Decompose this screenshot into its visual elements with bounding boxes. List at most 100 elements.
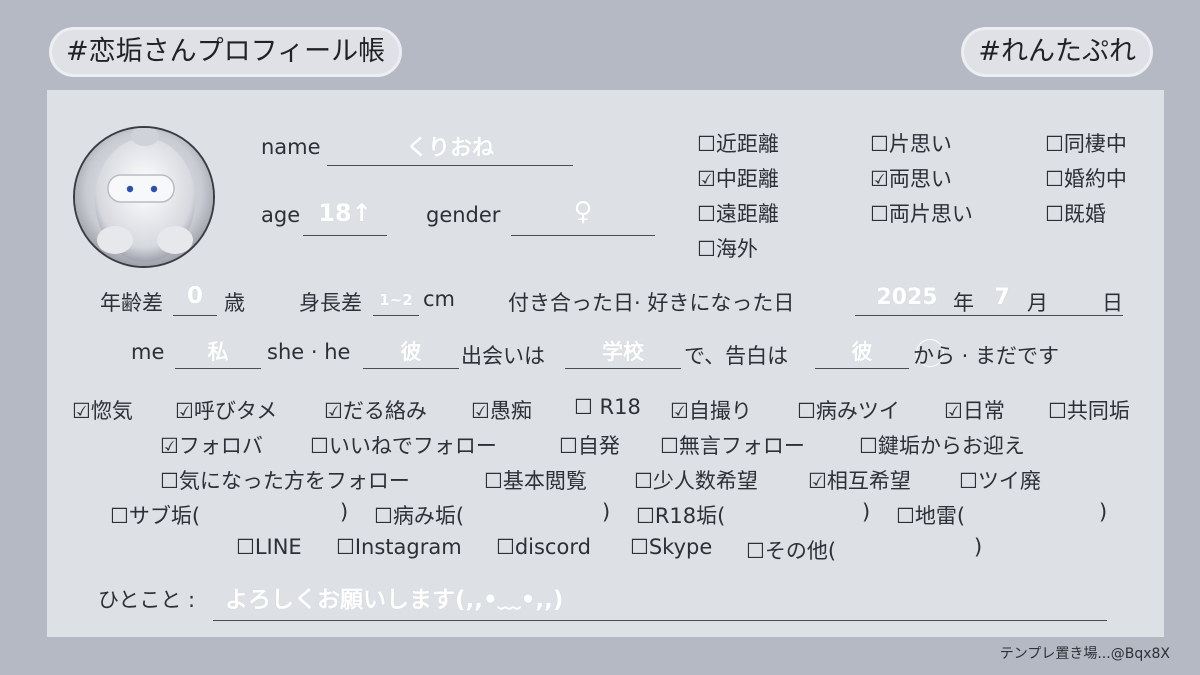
checkbox-icon[interactable]: ☐ bbox=[559, 434, 578, 458]
confess-value[interactable]: 彼 bbox=[815, 336, 909, 366]
relationship-option[interactable]: ☐同棲中 bbox=[1045, 128, 1127, 158]
tag-option[interactable]: ☐無言フォロー bbox=[660, 430, 805, 460]
tag-option[interactable]: ☑愚痴 bbox=[471, 395, 532, 425]
tag-option[interactable]: ☐R18垢( bbox=[636, 500, 725, 530]
tag-option[interactable]: ☐病みツイ bbox=[797, 395, 900, 425]
checkbox-icon[interactable]: ☐ bbox=[484, 469, 503, 493]
height-diff-value[interactable]: 1~2 bbox=[373, 291, 419, 309]
checkbox-icon[interactable]: ☐ bbox=[870, 132, 889, 156]
tag-option[interactable]: ☐地雷( bbox=[896, 500, 965, 530]
checkbox-icon[interactable]: ☐ bbox=[634, 469, 653, 493]
name-label: name bbox=[261, 135, 321, 159]
tag-option[interactable]: ☐基本閲覧 bbox=[484, 465, 587, 495]
tag-option[interactable]: ☐共同垢 bbox=[1048, 395, 1130, 425]
tag-option[interactable]: ☑呼びタメ bbox=[175, 395, 277, 425]
relationship-option[interactable]: ☐遠距離 bbox=[697, 198, 779, 228]
tag-option[interactable]: ☐ R18 bbox=[574, 395, 641, 419]
checkbox-icon[interactable]: ☐ bbox=[1045, 132, 1064, 156]
year-value[interactable]: 2025 bbox=[869, 285, 945, 310]
relationship-option[interactable]: ☐海外 bbox=[697, 233, 758, 263]
checked-box-icon[interactable]: ☑ bbox=[160, 434, 179, 458]
tag-option[interactable]: ☑惚気 bbox=[72, 395, 133, 425]
height-diff-label: 身長差 bbox=[299, 291, 362, 315]
tag-option-label: Instagram bbox=[354, 535, 462, 559]
checkbox-icon[interactable]: ☐ bbox=[870, 202, 889, 226]
tag-option[interactable]: ☐少人数希望 bbox=[634, 465, 758, 495]
relationship-option[interactable]: ☐既婚 bbox=[1045, 198, 1106, 228]
age-value[interactable]: 18↑ bbox=[303, 199, 387, 227]
tag-option-label: 無言フォロー bbox=[678, 434, 805, 458]
tag-option[interactable]: ☐サブ垢( bbox=[110, 500, 200, 530]
checked-box-icon[interactable]: ☑ bbox=[324, 399, 343, 423]
checkbox-icon[interactable]: ☐ bbox=[160, 469, 179, 493]
checkbox-icon[interactable]: ☐ bbox=[374, 504, 393, 528]
checkbox-icon[interactable]: ☐ bbox=[746, 539, 765, 563]
checked-box-icon[interactable]: ☑ bbox=[175, 399, 194, 423]
checkbox-icon[interactable]: ☐ bbox=[660, 434, 679, 458]
meet-value[interactable]: 学校 bbox=[565, 336, 681, 366]
tag-option-label: ツイ廃 bbox=[977, 469, 1041, 493]
tag-option[interactable]: ☑自撮り bbox=[670, 395, 752, 425]
checkbox-icon[interactable]: ☐ bbox=[574, 395, 593, 419]
tag-option[interactable]: ☐その他( bbox=[746, 535, 836, 565]
checkbox-icon[interactable]: ☐ bbox=[636, 504, 655, 528]
tag-option[interactable]: ☐鍵垢からお迎え bbox=[859, 430, 1025, 460]
tag-option[interactable]: ☑日常 bbox=[944, 395, 1005, 425]
checkbox-icon[interactable]: ☐ bbox=[310, 434, 329, 458]
checkbox-icon[interactable]: ☐ bbox=[496, 535, 515, 559]
name-value[interactable]: くりおね bbox=[327, 130, 573, 162]
checked-box-icon[interactable]: ☑ bbox=[944, 399, 963, 423]
age-underline bbox=[303, 235, 387, 236]
gender-value[interactable]: ♀ bbox=[511, 197, 655, 227]
relationship-option[interactable]: ☐両片思い bbox=[870, 198, 973, 228]
tag-option[interactable]: ☑だる絡み bbox=[324, 395, 427, 425]
checkbox-icon[interactable]: ☐ bbox=[896, 504, 915, 528]
tag-option-label: その他( bbox=[764, 539, 837, 563]
checkbox-icon[interactable]: ☐ bbox=[697, 237, 716, 261]
paren-close: ) bbox=[602, 500, 611, 524]
checkbox-icon[interactable]: ☐ bbox=[859, 434, 878, 458]
tag-option-label: 相互希望 bbox=[826, 469, 911, 493]
tag-option[interactable]: ☐Skype bbox=[630, 535, 712, 559]
age-diff-value[interactable]: 0 bbox=[173, 283, 217, 309]
tag-option[interactable]: ☐自発 bbox=[559, 430, 620, 460]
tag-option[interactable]: ☑フォロバ bbox=[160, 430, 263, 460]
checkbox-icon[interactable]: ☐ bbox=[797, 399, 816, 423]
checkbox-icon[interactable]: ☐ bbox=[110, 504, 129, 528]
me-value[interactable]: 私 bbox=[175, 336, 261, 366]
tag-option[interactable]: ☐Instagram bbox=[336, 535, 462, 559]
checkbox-icon[interactable]: ☐ bbox=[697, 132, 716, 156]
tag-option[interactable]: ☐いいねでフォロー bbox=[310, 430, 497, 460]
checkbox-icon[interactable]: ☐ bbox=[630, 535, 649, 559]
checkbox-icon[interactable]: ☐ bbox=[1045, 167, 1064, 191]
tag-option[interactable]: ☑相互希望 bbox=[808, 465, 911, 495]
tag-option[interactable]: ☐病み垢( bbox=[374, 500, 464, 530]
tag-option[interactable]: ☐ツイ廃 bbox=[959, 465, 1041, 495]
checked-box-icon[interactable]: ☑ bbox=[697, 167, 716, 191]
checkbox-icon[interactable]: ☐ bbox=[1048, 399, 1067, 423]
checked-box-icon[interactable]: ☑ bbox=[870, 167, 889, 191]
checked-box-icon[interactable]: ☑ bbox=[670, 399, 689, 423]
month-value[interactable]: 7 bbox=[987, 285, 1017, 310]
she-he-value[interactable]: 彼 bbox=[363, 336, 459, 366]
relationship-option[interactable]: ☐婚約中 bbox=[1045, 163, 1127, 193]
tag-option[interactable]: ☐気になった方をフォロー bbox=[160, 465, 410, 495]
relationship-option[interactable]: ☑中距離 bbox=[697, 163, 779, 193]
relationship-option[interactable]: ☑両思い bbox=[870, 163, 952, 193]
height-diff-unit: cm bbox=[423, 287, 456, 311]
checked-box-icon[interactable]: ☑ bbox=[72, 399, 91, 423]
meet-label: 出会いは bbox=[461, 344, 545, 368]
checked-box-icon[interactable]: ☑ bbox=[471, 399, 490, 423]
checkbox-icon[interactable]: ☐ bbox=[1045, 202, 1064, 226]
checkbox-icon[interactable]: ☐ bbox=[236, 535, 255, 559]
checkbox-icon[interactable]: ☐ bbox=[697, 202, 716, 226]
relationship-option[interactable]: ☐片思い bbox=[870, 128, 952, 158]
checkbox-icon[interactable]: ☐ bbox=[336, 535, 355, 559]
tag-option[interactable]: ☐LINE bbox=[236, 535, 302, 559]
comment-value[interactable]: よろしくお願いします(,,•﹏•,,) bbox=[225, 580, 563, 614]
relationship-option-label: 近距離 bbox=[715, 132, 779, 156]
checked-box-icon[interactable]: ☑ bbox=[808, 469, 827, 493]
tag-option[interactable]: ☐discord bbox=[496, 535, 591, 559]
checkbox-icon[interactable]: ☐ bbox=[959, 469, 978, 493]
relationship-option[interactable]: ☐近距離 bbox=[697, 128, 779, 158]
